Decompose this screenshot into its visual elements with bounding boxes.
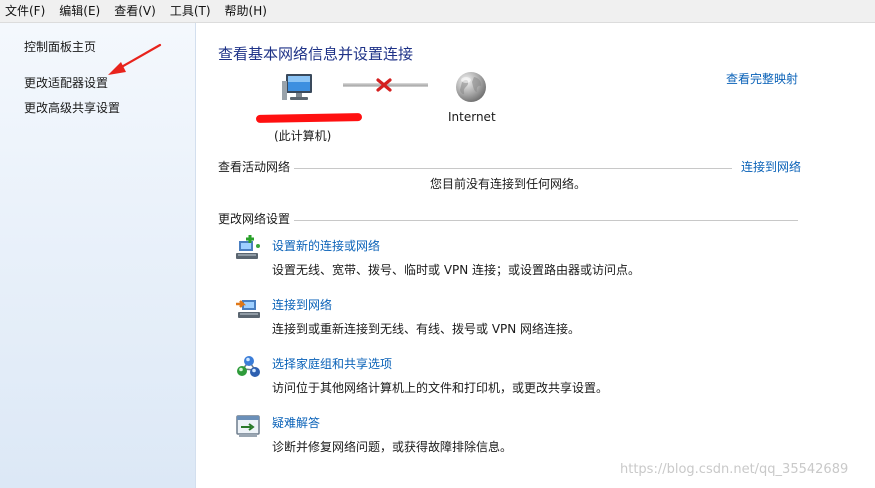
change-settings-heading: 更改网络设置 — [218, 210, 295, 227]
change-settings-divider — [292, 220, 798, 221]
task-homegroup-sharing-desc: 访问位于其他网络计算机上的文件和打印机，或更改共享设置。 — [272, 381, 609, 395]
disconnected-x-icon[interactable] — [376, 78, 392, 92]
connect-to-network-link[interactable]: 连接到网络 — [737, 158, 802, 175]
homegroup-icon[interactable] — [236, 354, 262, 380]
menu-help[interactable]: 帮助(H) — [218, 0, 274, 22]
active-networks-heading: 查看活动网络 — [218, 158, 295, 175]
main-content: 查看基本网络信息并设置连接 查看完整映射 (此计算机) Internet 查看活… — [196, 23, 875, 488]
sidebar-item-control-panel-home[interactable]: 控制面板主页 — [24, 38, 96, 55]
menu-tools[interactable]: 工具(T) — [163, 0, 218, 22]
computer-icon[interactable] — [282, 73, 318, 103]
troubleshoot-icon[interactable] — [236, 413, 262, 439]
internet-globe-icon[interactable] — [454, 70, 488, 104]
task-setup-new-connection[interactable]: 设置新的连接或网络 — [272, 237, 380, 254]
task-homegroup-sharing[interactable]: 选择家庭组和共享选项 — [272, 355, 392, 372]
page-title: 查看基本网络信息并设置连接 — [218, 45, 414, 63]
redaction-mark — [255, 113, 363, 123]
watermark: https://blog.csdn.net/qq_35542689 — [620, 462, 849, 477]
task-connect-to-network[interactable]: 连接到网络 — [272, 296, 332, 313]
sidebar-item-advanced-sharing-settings[interactable]: 更改高级共享设置 — [24, 99, 120, 116]
sidebar-item-change-adapter-settings[interactable]: 更改适配器设置 — [24, 74, 108, 91]
menu-edit[interactable]: 编辑(E) — [52, 0, 107, 22]
internet-label: Internet — [448, 110, 496, 124]
view-full-map-link[interactable]: 查看完整映射 — [726, 70, 798, 87]
sidebar: 控制面板主页 更改适配器设置 更改高级共享设置 — [0, 23, 196, 488]
task-troubleshoot-desc: 诊断并修复网络问题，或获得故障排除信息。 — [272, 440, 513, 454]
task-setup-new-connection-desc: 设置无线、宽带、拨号、临时或 VPN 连接；或设置路由器或访问点。 — [272, 263, 641, 277]
no-connection-status: 您目前没有连接到任何网络。 — [430, 177, 587, 191]
connect-network-icon[interactable] — [236, 295, 262, 321]
menu-view[interactable]: 查看(V) — [107, 0, 163, 22]
task-connect-to-network-desc: 连接到或重新连接到无线、有线、拨号或 VPN 网络连接。 — [272, 322, 581, 336]
computer-label: (此计算机) — [274, 129, 332, 143]
task-troubleshoot[interactable]: 疑难解答 — [272, 414, 320, 431]
menu-file[interactable]: 文件(F) — [0, 0, 52, 22]
new-connection-icon[interactable] — [236, 235, 262, 261]
menu-bar: 文件(F) 编辑(E) 查看(V) 工具(T) 帮助(H) — [0, 0, 875, 23]
active-networks-divider — [292, 168, 732, 169]
